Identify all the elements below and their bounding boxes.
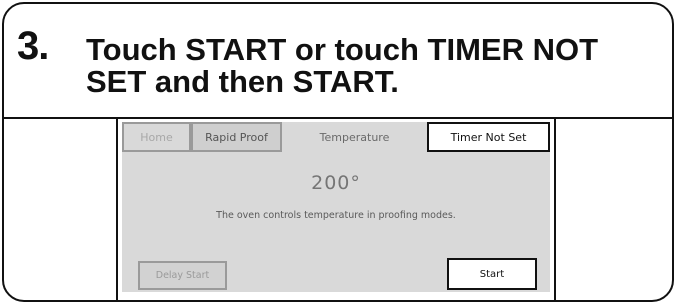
timer-not-set-button[interactable]: Timer Not Set bbox=[427, 122, 550, 152]
temperature-value: 200° bbox=[311, 172, 361, 194]
instruction-text: Touch START or touch TIMER NOT SET and t… bbox=[86, 34, 646, 98]
instruction-header: 3. Touch START or touch TIMER NOT SET an… bbox=[4, 4, 672, 119]
instruction-card: 3. Touch START or touch TIMER NOT SET an… bbox=[2, 2, 674, 302]
delay-start-button[interactable]: Delay Start bbox=[138, 261, 227, 290]
temperature-note: The oven controls temperature in proofin… bbox=[216, 210, 456, 221]
instruction-line-2: SET and then START. bbox=[86, 64, 399, 99]
instruction-line-1: Touch START or touch TIMER NOT bbox=[86, 32, 599, 67]
tab-temperature[interactable]: Temperature bbox=[282, 122, 427, 152]
divider-right bbox=[554, 119, 556, 300]
illustration-area: Home Rapid Proof Temperature Timer Not S… bbox=[4, 119, 672, 300]
start-button[interactable]: Start bbox=[447, 258, 537, 290]
divider-left bbox=[116, 119, 118, 300]
step-number: 3. bbox=[17, 24, 49, 68]
tab-home[interactable]: Home bbox=[122, 122, 191, 152]
tab-rapid-proof[interactable]: Rapid Proof bbox=[191, 122, 282, 152]
oven-control-screen: Home Rapid Proof Temperature Timer Not S… bbox=[122, 122, 550, 292]
